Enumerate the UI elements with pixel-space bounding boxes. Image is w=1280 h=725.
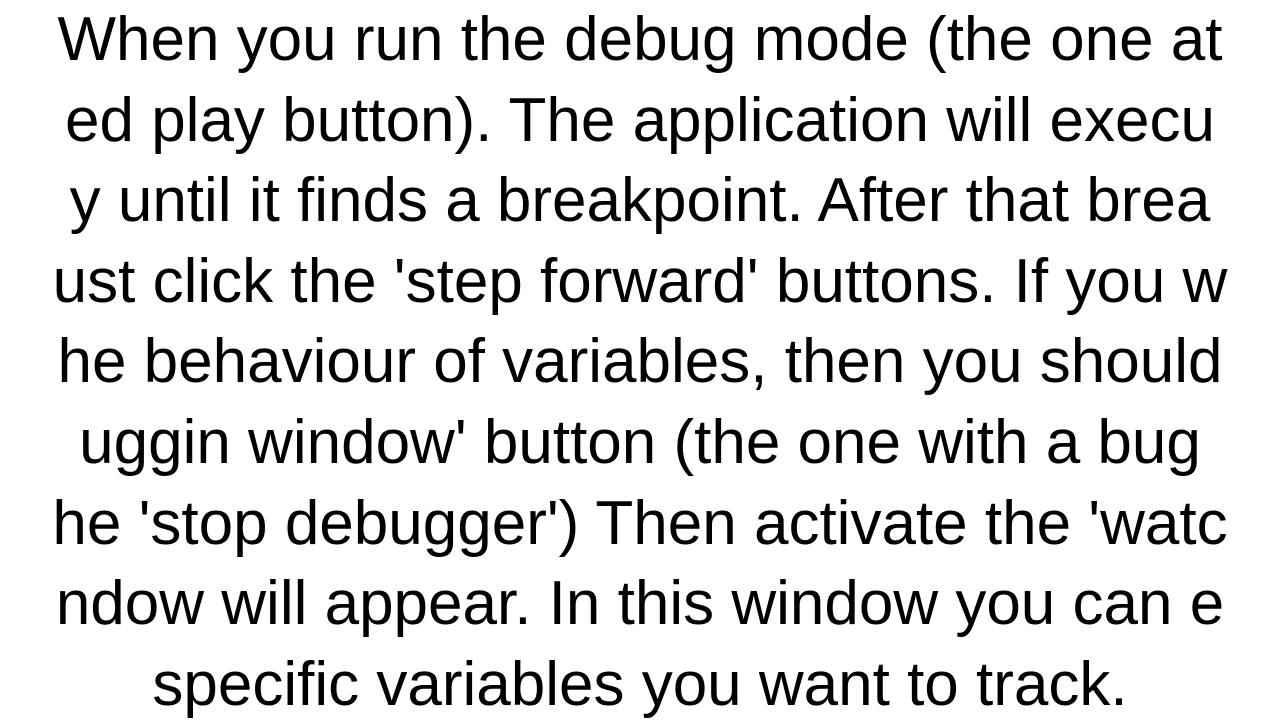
document-body-text: When you run the debug mode (the one at … (0, 0, 1280, 725)
